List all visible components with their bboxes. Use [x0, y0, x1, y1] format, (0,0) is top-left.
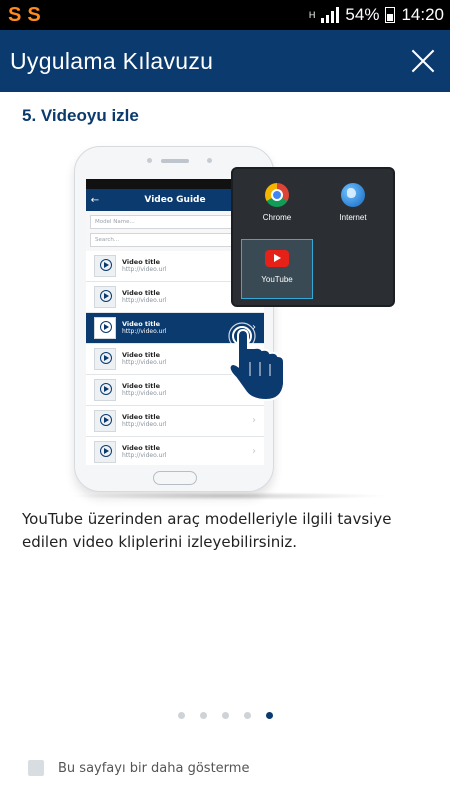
- home-button: [153, 471, 197, 485]
- mini-video-title: Video title: [122, 351, 161, 359]
- notification-icon: S: [8, 4, 22, 26]
- video-thumbnail-icon: [94, 317, 116, 339]
- close-icon[interactable]: [408, 46, 438, 76]
- video-thumbnail-icon: [94, 441, 116, 463]
- chooser-app-chrome: Chrome: [241, 183, 313, 222]
- step-description: YouTube üzerinden araç modelleriyle ilgi…: [22, 510, 392, 551]
- dont-show-again-checkbox[interactable]: [28, 760, 44, 776]
- chevron-right-icon: ›: [252, 446, 256, 457]
- clock: 14:20: [401, 5, 444, 24]
- battery-icon: [385, 7, 396, 23]
- network-type: H: [308, 9, 316, 20]
- youtube-icon: [265, 250, 289, 267]
- mini-video-url: http://video.url: [122, 359, 167, 366]
- video-thumbnail-icon: [94, 286, 116, 308]
- page-dot[interactable]: [221, 712, 229, 719]
- chooser-app-youtube: YouTube: [241, 239, 313, 299]
- video-thumbnail-icon: [94, 255, 116, 277]
- mini-video-title: Video title: [122, 444, 161, 452]
- globe-icon: [341, 183, 365, 207]
- page-dot[interactable]: [199, 712, 207, 719]
- mini-video-title: Video title: [122, 258, 161, 266]
- mini-video-url: http://video.url: [122, 452, 167, 459]
- video-thumbnail-icon: [94, 410, 116, 432]
- mini-video-url: http://video.url: [122, 390, 167, 397]
- page-dot[interactable]: [177, 712, 185, 719]
- battery-level: 54%: [345, 5, 380, 24]
- mini-video-row: Video titlehttp://video.url ›: [86, 437, 264, 465]
- video-thumbnail-icon: [94, 379, 116, 401]
- page-dot[interactable]: [243, 712, 251, 719]
- mini-video-url: http://video.url: [122, 297, 167, 304]
- notification-icon: S: [27, 4, 41, 26]
- guide-illustration: 54% ← Video Guide Model Name... Search..…: [60, 140, 400, 500]
- dont-show-again-toggle[interactable]: Bu sayfayı bir daha gösterme: [28, 760, 249, 776]
- tap-hand-icon: [228, 322, 285, 402]
- app-chooser-popup: Chrome Internet YouTube: [231, 167, 395, 307]
- chrome-icon: [265, 183, 289, 207]
- app-bar: Uygulama Kılavuzu: [0, 30, 450, 92]
- chevron-right-icon: ›: [252, 415, 256, 426]
- mini-video-url: http://video.url: [122, 266, 167, 273]
- mini-video-title: Video title: [122, 382, 161, 390]
- chooser-app-internet: Internet: [317, 183, 389, 222]
- video-thumbnail-icon: [94, 348, 116, 370]
- dont-show-again-label: Bu sayfayı bir daha gösterme: [58, 760, 250, 776]
- mini-title: Video Guide: [144, 195, 206, 205]
- page-indicator: [0, 712, 450, 719]
- mini-video-row: Video titlehttp://video.url ›: [86, 406, 264, 437]
- mini-video-url: http://video.url: [122, 421, 167, 428]
- status-bar: S S H 54% 14:20: [0, 0, 450, 30]
- mini-video-title: Video title: [122, 289, 161, 297]
- mini-video-title: Video title: [122, 413, 161, 421]
- page-dot[interactable]: [265, 712, 273, 719]
- step-title: 5. Videoyu izle: [22, 106, 139, 125]
- page-title: Uygulama Kılavuzu: [10, 47, 214, 74]
- signal-icon: [321, 7, 340, 23]
- mini-video-title: Video title: [122, 320, 161, 328]
- mini-video-url: http://video.url: [122, 328, 167, 335]
- back-arrow-icon: ←: [90, 194, 100, 206]
